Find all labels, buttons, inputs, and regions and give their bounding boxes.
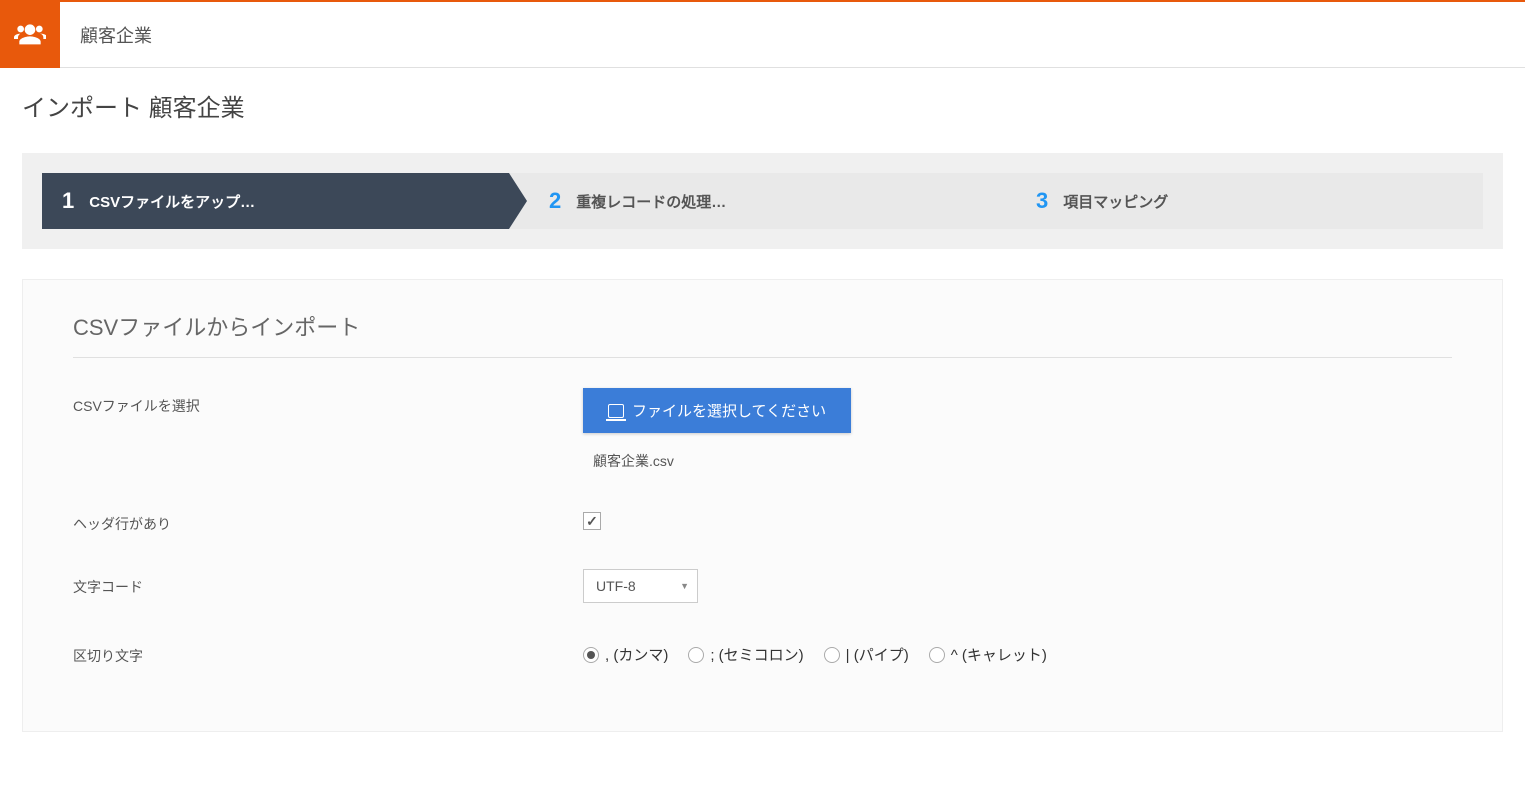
- delimiter-radio-caret[interactable]: ^ (キャレット): [929, 644, 1047, 665]
- form-panel: CSVファイルからインポート CSVファイルを選択 ファイルを選択してください …: [22, 279, 1503, 732]
- step-2-duplicate-handling[interactable]: 2 重複レコードの処理…: [509, 173, 996, 229]
- delimiter-radio-semicolon[interactable]: ; (セミコロン): [688, 644, 803, 665]
- laptop-icon: [608, 404, 624, 418]
- row-encoding: 文字コード UTF-8: [73, 569, 1452, 603]
- step-label: 重複レコードの処理…: [576, 191, 726, 212]
- file-select-button[interactable]: ファイルを選択してください: [583, 388, 851, 433]
- header-title: 顧客企業: [80, 22, 152, 48]
- control-csv-file-select: ファイルを選択してください 顧客企業.csv: [583, 388, 1452, 471]
- encoding-select[interactable]: UTF-8: [583, 569, 698, 603]
- step-number: 3: [1036, 188, 1048, 214]
- radio-label: , (カンマ): [605, 644, 668, 665]
- delimiter-radio-pipe[interactable]: | (パイプ): [824, 644, 909, 665]
- radio-icon: [929, 647, 945, 663]
- radio-icon: [824, 647, 840, 663]
- label-delimiter: 区切り文字: [73, 638, 583, 666]
- row-has-header: ヘッダ行があり: [73, 506, 1452, 534]
- step-number: 1: [62, 188, 74, 214]
- radio-label: ^ (キャレット): [951, 644, 1047, 665]
- steps-panel: 1 CSVファイルをアップ… 2 重複レコードの処理… 3 項目マッピング: [22, 153, 1503, 249]
- label-encoding: 文字コード: [73, 569, 583, 597]
- radio-icon: [688, 647, 704, 663]
- file-select-button-label: ファイルを選択してください: [632, 400, 826, 421]
- step-3-field-mapping[interactable]: 3 項目マッピング: [996, 173, 1483, 229]
- step-number: 2: [549, 188, 561, 214]
- label-csv-file-select: CSVファイルを選択: [73, 388, 583, 416]
- control-delimiter: , (カンマ) ; (セミコロン) | (パイプ) ^ (キャレット): [583, 638, 1452, 665]
- has-header-checkbox[interactable]: [583, 512, 601, 530]
- users-icon: [14, 19, 46, 51]
- label-has-header: ヘッダ行があり: [73, 506, 583, 534]
- radio-label: ; (セミコロン): [710, 644, 803, 665]
- step-label: 項目マッピング: [1063, 191, 1168, 212]
- page-content: インポート 顧客企業 1 CSVファイルをアップ… 2 重複レコードの処理… 3…: [0, 68, 1525, 772]
- page-title: インポート 顧客企業: [22, 88, 1503, 123]
- step-label: CSVファイルをアップ…: [89, 191, 255, 212]
- radio-icon: [583, 647, 599, 663]
- radio-label: | (パイプ): [846, 644, 909, 665]
- form-section-title: CSVファイルからインポート: [73, 310, 1452, 358]
- row-delimiter: 区切り文字 , (カンマ) ; (セミコロン) | (パイプ): [73, 638, 1452, 666]
- row-csv-file-select: CSVファイルを選択 ファイルを選択してください 顧客企業.csv: [73, 388, 1452, 471]
- header-icon-box: [0, 2, 60, 68]
- header-bar: 顧客企業: [0, 2, 1525, 68]
- delimiter-radio-comma[interactable]: , (カンマ): [583, 644, 668, 665]
- control-encoding: UTF-8: [583, 569, 1452, 603]
- steps-wizard: 1 CSVファイルをアップ… 2 重複レコードの処理… 3 項目マッピング: [42, 173, 1483, 229]
- step-1-upload-csv[interactable]: 1 CSVファイルをアップ…: [42, 173, 509, 229]
- selected-filename: 顧客企業.csv: [593, 451, 1452, 471]
- delimiter-radio-group: , (カンマ) ; (セミコロン) | (パイプ) ^ (キャレット): [583, 638, 1452, 665]
- control-has-header: [583, 506, 1452, 530]
